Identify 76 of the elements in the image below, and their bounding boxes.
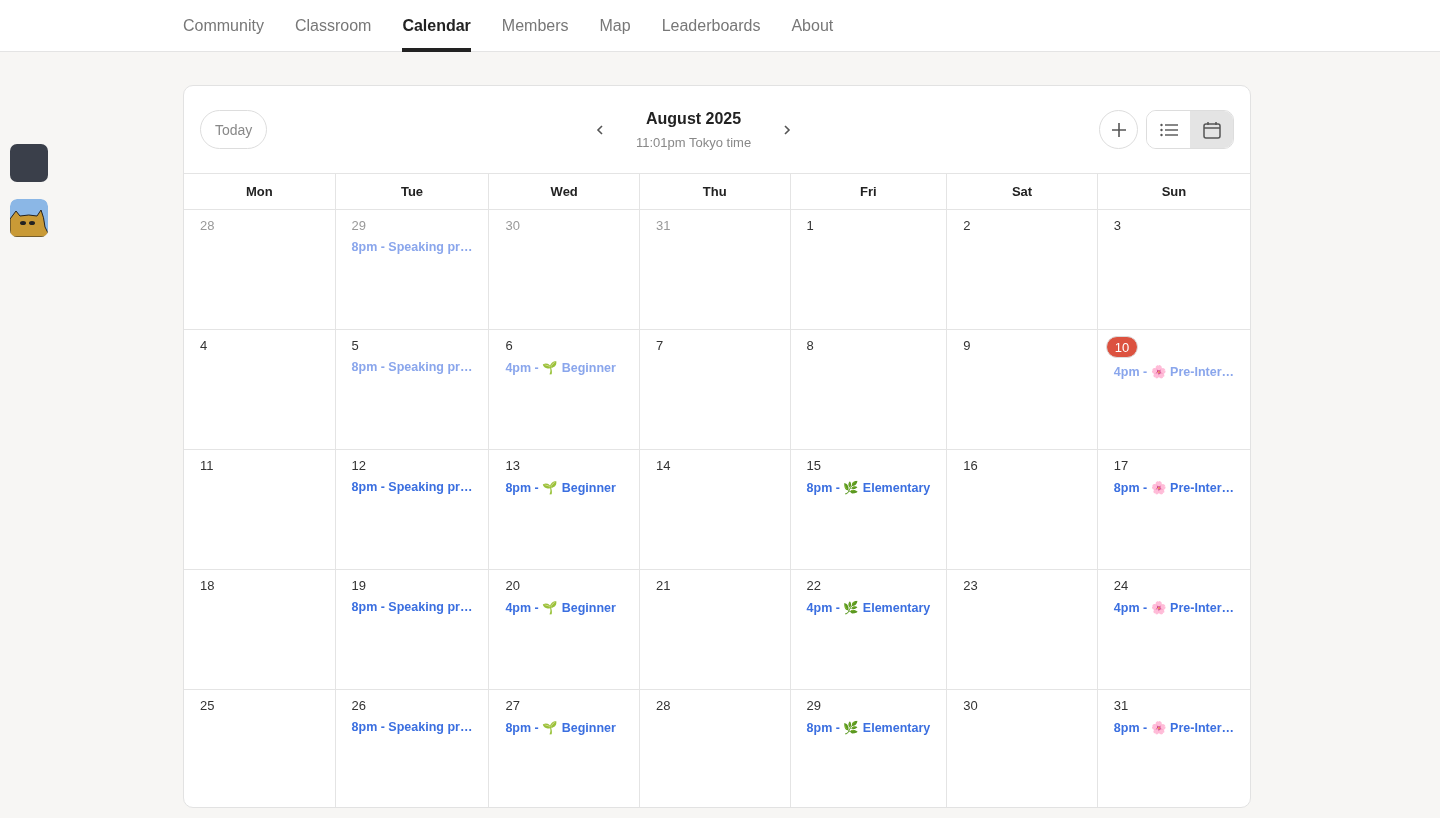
calendar-view-button[interactable] (1190, 111, 1233, 148)
day-number: 28 (656, 698, 671, 714)
add-event-button[interactable] (1099, 110, 1138, 149)
day-number: 30 (963, 698, 978, 714)
day-number: 8 (806, 338, 814, 354)
event-link[interactable]: 8pm - 🌸 Pre-Inter… (1113, 720, 1234, 735)
day-number: 1 (806, 218, 814, 234)
day-number: 27 (505, 698, 520, 714)
day-number: 25 (200, 698, 215, 714)
day-number: 24 (1113, 578, 1129, 594)
month-title: August 2025 (645, 109, 743, 128)
day-number: 13 (505, 458, 520, 474)
day-number: 5 (351, 338, 359, 354)
nav-tab[interactable]: Classroom (294, 0, 372, 52)
day-number: 23 (963, 578, 978, 594)
day-number: 14 (656, 458, 671, 474)
day-number: 16 (963, 458, 978, 474)
event-link[interactable]: 8pm - Speaking pr… (351, 600, 473, 614)
today-button[interactable]: Today (200, 110, 268, 149)
day-number: 31 (1113, 698, 1129, 714)
day-number: 15 (806, 458, 821, 474)
day-number: 29 (351, 218, 367, 234)
event-link[interactable]: 8pm - 🌱 Beginner (505, 720, 616, 735)
nav-tab[interactable]: Calendar (402, 0, 471, 52)
nav-tab[interactable]: About (791, 0, 834, 52)
day-number: 6 (505, 338, 513, 354)
event-link[interactable]: 8pm - Speaking pr… (351, 240, 473, 254)
event-link[interactable]: 4pm - 🌸 Pre-Inter… (1113, 600, 1234, 615)
day-number: 17 (1113, 458, 1129, 474)
day-number: 29 (806, 698, 821, 714)
day-number: 2 (963, 218, 971, 234)
plus-icon (1110, 121, 1127, 138)
nav-tab[interactable]: Members (501, 0, 569, 52)
calendar-icon (1202, 120, 1221, 139)
weekday-header: Wed (488, 174, 639, 210)
event-link[interactable]: 8pm - 🌱 Beginner (505, 480, 616, 495)
local-time: 11:01pm Tokyo time (636, 134, 752, 150)
day-number: 7 (656, 338, 664, 354)
day-number: 20 (505, 578, 520, 594)
avatar-photo-placeholder[interactable] (10, 144, 48, 182)
day-number: 26 (351, 698, 367, 714)
list-icon (1159, 122, 1178, 137)
event-link[interactable]: 8pm - 🌸 Pre-Inter… (1113, 480, 1234, 495)
day-number: 21 (656, 578, 671, 594)
day-number: 11 (200, 458, 214, 474)
day-number: 9 (963, 338, 971, 354)
event-link[interactable]: 4pm - 🌸 Pre-Inter… (1113, 364, 1234, 379)
event-link[interactable]: 4pm - 🌱 Beginner (505, 360, 616, 375)
weekday-header: Fri (789, 174, 947, 210)
event-link[interactable]: 4pm - 🌱 Beginner (505, 600, 616, 615)
event-link[interactable]: 8pm - 🌿 Elementary (806, 720, 931, 735)
weekday-header: Thu (639, 174, 790, 210)
cat-avatar-drawing[interactable] (10, 199, 48, 237)
day-number: 22 (806, 578, 821, 594)
nav-tab[interactable]: Map (599, 0, 631, 52)
event-link[interactable]: 8pm - 🌿 Elementary (806, 480, 931, 495)
event-link[interactable]: 4pm - 🌿 Elementary (806, 600, 931, 615)
event-link[interactable]: 8pm - Speaking pr… (351, 360, 473, 374)
event-link[interactable]: 8pm - Speaking pr… (351, 480, 473, 494)
day-number: 28 (200, 218, 215, 234)
event-link[interactable]: 8pm - Speaking pr… (351, 720, 473, 734)
nav-tab[interactable]: Community (183, 0, 264, 52)
day-number: 30 (505, 218, 520, 234)
nav-tab[interactable]: Leaderboards (661, 0, 761, 52)
day-number: 18 (200, 578, 215, 594)
chevron-left-icon[interactable] (594, 123, 606, 136)
weekday-header: Mon (184, 174, 335, 210)
weekday-header: Sat (946, 174, 1097, 210)
weekday-header: Sun (1096, 174, 1250, 210)
today-date-badge: 10 (1105, 336, 1139, 358)
day-number: 31 (656, 218, 671, 234)
weekday-header: Tue (334, 174, 489, 210)
day-number: 3 (1113, 218, 1122, 234)
day-number: 19 (351, 578, 367, 594)
day-number: 4 (200, 338, 208, 354)
day-number: 12 (351, 458, 367, 474)
